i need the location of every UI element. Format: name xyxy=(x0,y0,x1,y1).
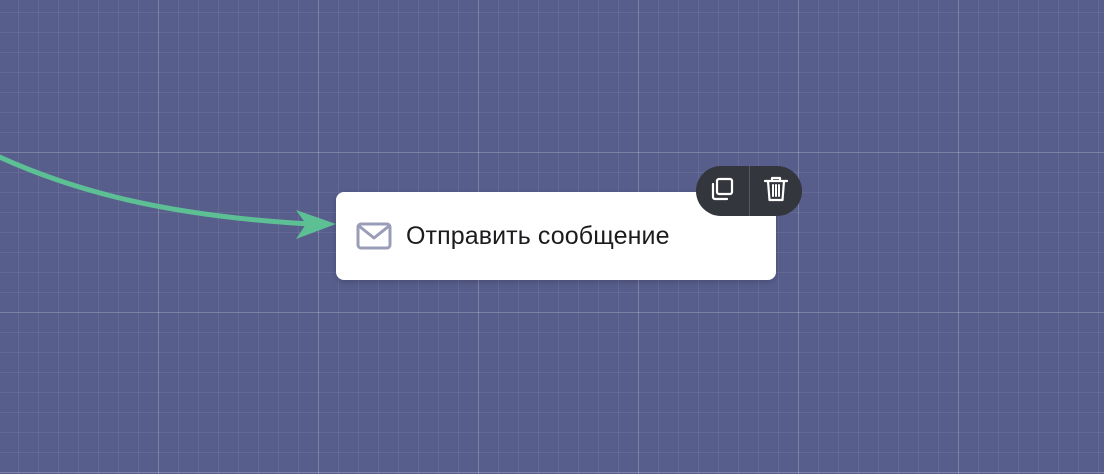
trash-icon xyxy=(763,175,789,208)
mail-icon xyxy=(356,222,392,250)
connector-line[interactable] xyxy=(0,154,313,227)
node-label: Отправить сообщение xyxy=(406,221,670,250)
node-toolbar xyxy=(696,166,802,216)
copy-icon xyxy=(709,176,735,207)
flow-canvas[interactable]: Отправить сообщение xyxy=(0,0,1104,474)
duplicate-node-button[interactable] xyxy=(696,166,749,216)
delete-node-button[interactable] xyxy=(750,166,803,216)
